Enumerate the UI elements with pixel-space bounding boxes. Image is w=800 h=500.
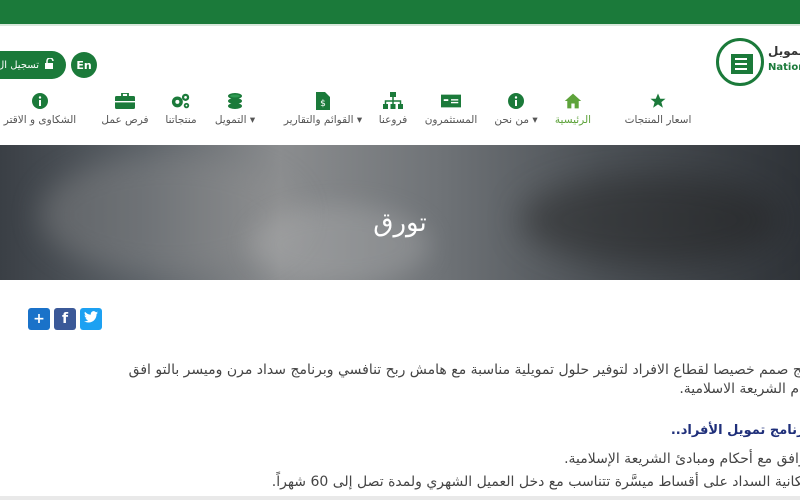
hero-banner: تورق bbox=[0, 145, 800, 280]
lock-icon bbox=[44, 56, 56, 73]
nav-label: اسعار المنتجات bbox=[624, 114, 692, 126]
intro-line: كام الشريعة الاسلامية. bbox=[679, 381, 800, 397]
logo-english-text: Natior bbox=[768, 62, 800, 73]
nav-label: المستثمرون bbox=[424, 114, 478, 126]
nav-item-finance[interactable]: التمويل ▾ bbox=[208, 92, 262, 132]
nav-item-complaints[interactable]: الشكاوى و الاقتر bbox=[0, 92, 88, 132]
nav-item-investors[interactable]: المستثمرون bbox=[419, 92, 483, 132]
feature-item: توافق مع أحكام ومبادئ الشريعة الإسلامية. bbox=[564, 451, 800, 467]
company-logo[interactable]: تمويل Natior bbox=[716, 38, 800, 88]
plus-icon: + bbox=[33, 311, 45, 327]
info-icon bbox=[30, 92, 50, 110]
coins-icon bbox=[225, 92, 245, 110]
nav-label: القوائم والتقارير ▾ bbox=[283, 114, 363, 126]
nav-label: منتجاتنا bbox=[165, 114, 197, 126]
info-icon bbox=[506, 92, 526, 110]
nav-label: الرئيسية bbox=[554, 114, 592, 126]
nav-label: من نحن ▾ bbox=[494, 114, 538, 126]
nav-label: فرص عمل bbox=[101, 114, 149, 126]
login-button[interactable]: تسجيل ال bbox=[0, 51, 66, 79]
nav-item-branches[interactable]: فروعنا bbox=[374, 92, 412, 132]
intro-line: نتج صمم خصيصا لقطاع الافراد لتوفير حلول … bbox=[128, 362, 800, 378]
home-icon bbox=[563, 92, 583, 110]
share-add-button[interactable]: + bbox=[28, 308, 50, 330]
star-icon bbox=[648, 92, 668, 110]
language-toggle-button[interactable]: En bbox=[71, 52, 97, 78]
nav-label: الشكاوى و الاقتر bbox=[3, 114, 77, 126]
nav-item-careers[interactable]: فرص عمل bbox=[99, 92, 151, 132]
gears-icon bbox=[171, 92, 191, 110]
top-bar bbox=[0, 0, 800, 24]
twitter-icon bbox=[84, 311, 98, 327]
section-heading: برنامج تمويل الأفراد.. bbox=[670, 423, 800, 438]
nav-label: التمويل ▾ bbox=[214, 114, 256, 126]
share-facebook-button[interactable]: f bbox=[54, 308, 76, 330]
facebook-icon: f bbox=[61, 311, 69, 327]
nav-label: فروعنا bbox=[378, 114, 408, 126]
nav-item-prices[interactable]: اسعار المنتجات bbox=[622, 92, 694, 132]
login-label: تسجيل ال bbox=[0, 59, 39, 71]
nav-item-reports[interactable]: $ القوائم والتقارير ▾ bbox=[277, 92, 369, 132]
page-title: تورق bbox=[373, 208, 427, 238]
nav-item-products[interactable]: منتجاتنا bbox=[160, 92, 202, 132]
file-dollar-icon: $ bbox=[313, 92, 333, 110]
nav-item-home[interactable]: الرئيسية bbox=[550, 92, 596, 132]
svg-text:$: $ bbox=[320, 99, 326, 109]
language-label: En bbox=[76, 58, 92, 72]
money-icon bbox=[441, 92, 461, 110]
sitemap-icon bbox=[383, 92, 403, 110]
nav-item-about[interactable]: من نحن ▾ bbox=[490, 92, 542, 132]
logo-emblem bbox=[716, 38, 764, 86]
briefcase-icon bbox=[115, 92, 135, 110]
footer-divider bbox=[0, 496, 800, 500]
share-twitter-button[interactable] bbox=[80, 308, 102, 330]
logo-arabic-text: تمويل bbox=[768, 44, 800, 58]
feature-item: مكانية السداد على أقساط ميسَّرة تتناسب م… bbox=[271, 474, 800, 490]
intro-paragraph: نتج صمم خصيصا لقطاع الافراد لتوفير حلول … bbox=[10, 361, 800, 399]
